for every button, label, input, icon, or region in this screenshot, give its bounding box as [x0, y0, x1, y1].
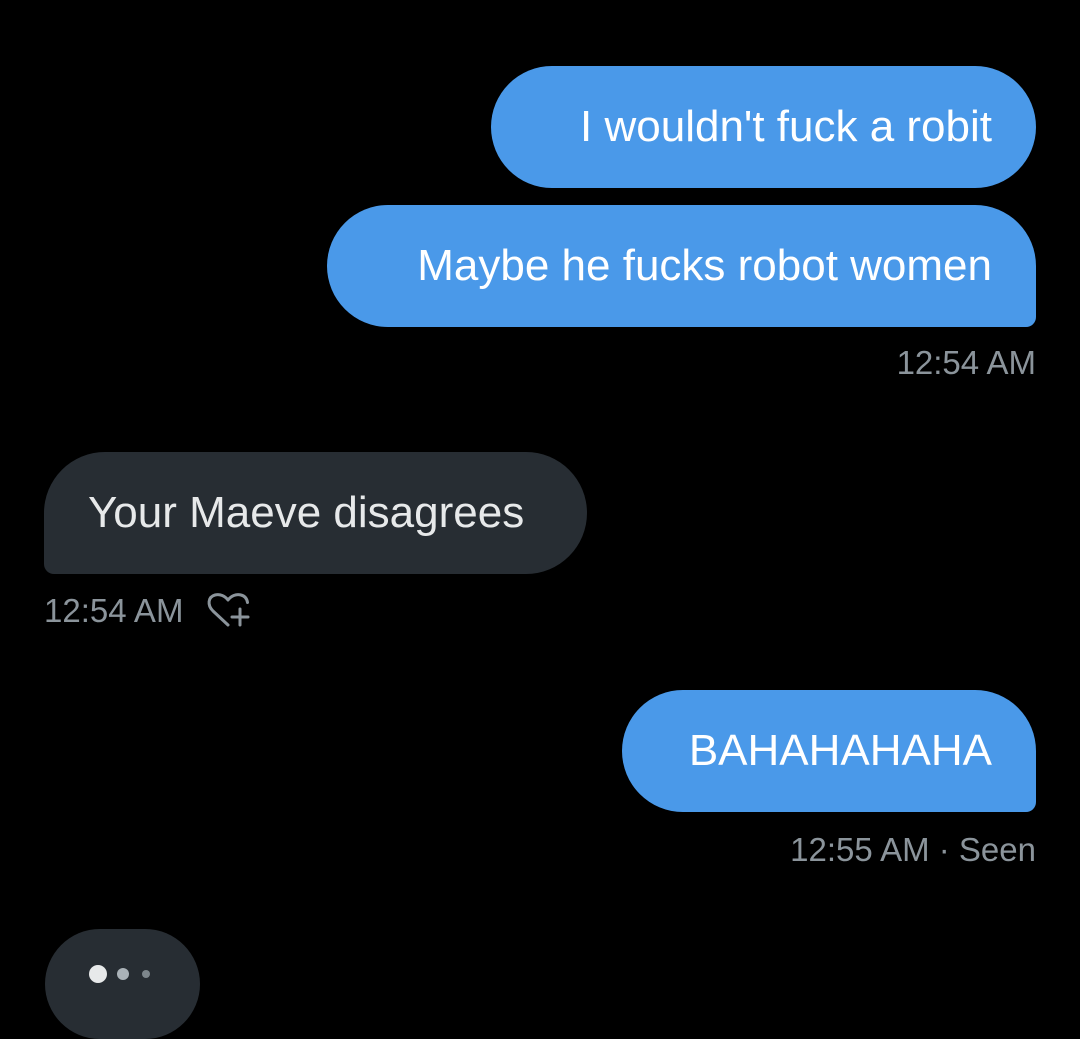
message-timestamp: 12:54 AM — [44, 591, 184, 629]
incoming-message-meta: 12:54 AM — [44, 590, 251, 630]
message-timestamp-seen: 12:55 AM · Seen — [790, 831, 1036, 868]
outgoing-message-bubble[interactable]: BAHAHAHAHA — [622, 690, 1036, 812]
add-reaction-heart-icon[interactable] — [205, 590, 251, 630]
incoming-message-bubble[interactable]: Your Maeve disagrees — [44, 452, 587, 574]
message-timestamp: 12:54 AM — [896, 344, 1036, 381]
typing-indicator — [45, 929, 200, 1039]
typing-dot-icon — [117, 968, 129, 980]
outgoing-message-bubble[interactable]: Maybe he fucks robot women — [327, 205, 1036, 327]
message-text: Your Maeve disagrees — [88, 488, 525, 537]
message-text: I wouldn't fuck a robit — [580, 102, 992, 151]
outgoing-message-bubble[interactable]: I wouldn't fuck a robit — [491, 66, 1036, 188]
message-text: Maybe he fucks robot women — [417, 241, 992, 290]
message-text: BAHAHAHAHA — [688, 726, 992, 775]
typing-dot-icon — [89, 965, 107, 983]
